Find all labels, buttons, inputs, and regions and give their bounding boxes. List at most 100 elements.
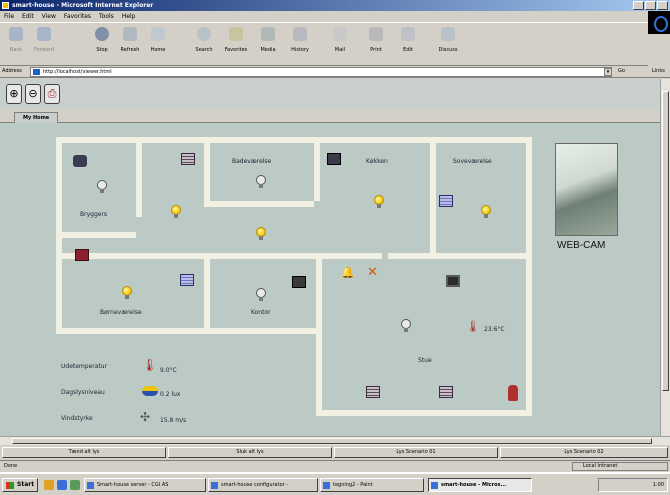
wall-right [526, 137, 532, 416]
outdoor-temp-label: Udetemperatur [61, 363, 108, 370]
alarm-off-x-icon[interactable]: ✕ [367, 266, 381, 279]
lamp-boernevaerelse-bulb-icon[interactable] [122, 286, 132, 300]
browser-toolbar: Back Forward Stop Refresh Home Search Fa… [0, 22, 648, 66]
task-smart-house-ie[interactable]: smart-house - Micros... [428, 478, 532, 492]
print-icon[interactable]: ⎙ [44, 84, 60, 104]
zoom-in-icon[interactable]: ⊕ [6, 84, 22, 104]
scene-02-button[interactable]: Lys Scenario 02 [500, 447, 668, 458]
menu-file[interactable]: File [4, 13, 14, 20]
lamp-bryggers-bulb-icon[interactable] [97, 180, 107, 194]
address-dropdown-icon[interactable]: ▾ [604, 68, 612, 76]
history-button[interactable]: History [286, 27, 314, 53]
webcam-image[interactable] [555, 143, 618, 236]
task-configurator[interactable]: smart-house configurator - [208, 478, 318, 492]
quicklaunch-desktop-icon[interactable] [70, 480, 80, 490]
app-icon [87, 482, 94, 489]
menu-edit[interactable]: Edit [22, 13, 34, 20]
daylight-value: 0.2 lux [160, 391, 181, 398]
blind-boernevaerelse-icon[interactable] [180, 274, 194, 286]
wall-top [56, 137, 532, 143]
blind-stue-right-icon[interactable] [439, 386, 453, 398]
close-button[interactable] [657, 1, 668, 10]
scene-all-off-button[interactable]: Sluk alt lys [168, 447, 332, 458]
links-button[interactable]: Links [652, 68, 665, 74]
daylight-label: Dagslysniveau [61, 389, 105, 396]
room-label-sovevaerelse: Soveværelse [453, 158, 492, 165]
horizontal-scroll-thumb[interactable] [12, 438, 652, 444]
blind-stue-left-icon[interactable] [366, 386, 380, 398]
room-label-koekken: Køkken [366, 158, 388, 165]
page-icon [33, 69, 40, 75]
wall-interior [136, 137, 142, 217]
search-button[interactable]: Search [190, 27, 218, 53]
wind-turbine-icon: ✣ [140, 410, 151, 424]
lamp-kontor-bulb-icon[interactable] [256, 288, 266, 302]
quicklaunch-ie-icon[interactable] [57, 480, 67, 490]
floorplan-canvas: Bryggers Badeværelse Køkken Soveværelse … [0, 123, 660, 436]
vertical-scroll-thumb[interactable] [662, 91, 669, 391]
media-icon [261, 27, 275, 41]
lamp-hall-bulb-icon[interactable] [171, 205, 181, 219]
zoom-out-icon[interactable]: ⊖ [25, 84, 41, 104]
discuss-icon [441, 27, 455, 41]
computer-icon[interactable] [292, 276, 306, 288]
task-smart-house-server[interactable]: Smart-house server - CGI AS [84, 478, 206, 492]
stue-thermometer-icon: 🌡 [466, 320, 480, 333]
go-button[interactable]: Go [618, 68, 625, 74]
blind-hall-icon[interactable] [181, 153, 195, 165]
search-icon [197, 27, 211, 41]
wall-interior [314, 137, 320, 201]
fire-alarm-icon[interactable] [508, 385, 518, 401]
lamp-koekken-bulb-icon[interactable] [374, 195, 384, 209]
blind-sovevaerelse-icon[interactable] [439, 195, 453, 207]
webcam-label: WEB-CAM [557, 240, 606, 251]
status-bar: Done Local intranet [0, 460, 670, 471]
maximize-button[interactable] [645, 1, 656, 10]
back-button[interactable]: Back [2, 27, 30, 53]
forward-button[interactable]: Forward [30, 27, 58, 53]
clock[interactable]: 1:00 [653, 482, 664, 488]
alarm-bell-icon[interactable]: 🔔 [341, 267, 355, 279]
start-button[interactable]: Start [2, 478, 38, 492]
stove-icon[interactable] [327, 153, 341, 165]
menu-favorites[interactable]: Favorites [64, 13, 91, 20]
washing-machine-icon[interactable] [73, 155, 87, 167]
print-button[interactable]: Print [362, 27, 390, 53]
refresh-button[interactable]: Refresh [116, 27, 144, 53]
tab-my-home[interactable]: My Home [14, 112, 59, 123]
mail-button[interactable]: Mail [326, 27, 354, 53]
address-input[interactable]: http://localhost/viewer.html [30, 67, 612, 77]
lamp-stue-bulb-icon[interactable] [401, 319, 411, 333]
window-titlebar: smart-house - Microsoft Internet Explore… [0, 0, 670, 11]
task-paint[interactable]: tegning2 - Paint [320, 478, 424, 492]
horizontal-scrollbar[interactable] [0, 436, 670, 445]
edit-button[interactable]: Edit [394, 27, 422, 53]
address-label: Address [2, 68, 22, 74]
lamp-badevaerelse-bulb-icon[interactable] [256, 175, 266, 189]
lamp-gang-bulb-icon[interactable] [256, 227, 266, 241]
menu-tools[interactable]: Tools [99, 13, 114, 20]
scene-all-on-button[interactable]: Tænd alt lys [2, 447, 166, 458]
home-button[interactable]: Home [144, 27, 172, 53]
ie-throbber-logo [648, 11, 670, 34]
stop-button[interactable]: Stop [88, 27, 116, 53]
minimize-button[interactable] [633, 1, 644, 10]
lamp-sovevaerelse-bulb-icon[interactable] [481, 205, 491, 219]
wall-interior [62, 232, 136, 238]
outdoor-thermometer-icon: 🌡 [142, 358, 158, 372]
forward-arrow-icon [37, 27, 51, 41]
vertical-scrollbar[interactable] [660, 79, 670, 436]
scene-button-bar: Tænd alt lys Sluk alt lys Lys Scenario 0… [0, 446, 670, 459]
favorites-button[interactable]: Favorites [222, 27, 250, 53]
wall-interior [204, 201, 314, 207]
wall-bottom-left [56, 328, 322, 334]
discuss-button[interactable]: Discuss [434, 27, 462, 53]
wall-interior [204, 253, 210, 331]
scene-01-button[interactable]: Lys Scenario 01 [334, 447, 498, 458]
quicklaunch-icon[interactable] [44, 480, 54, 490]
menu-help[interactable]: Help [122, 13, 136, 20]
menu-view[interactable]: View [42, 13, 56, 20]
radiator-icon[interactable] [75, 249, 89, 261]
media-button[interactable]: Media [254, 27, 282, 53]
tv-icon[interactable] [446, 275, 460, 287]
